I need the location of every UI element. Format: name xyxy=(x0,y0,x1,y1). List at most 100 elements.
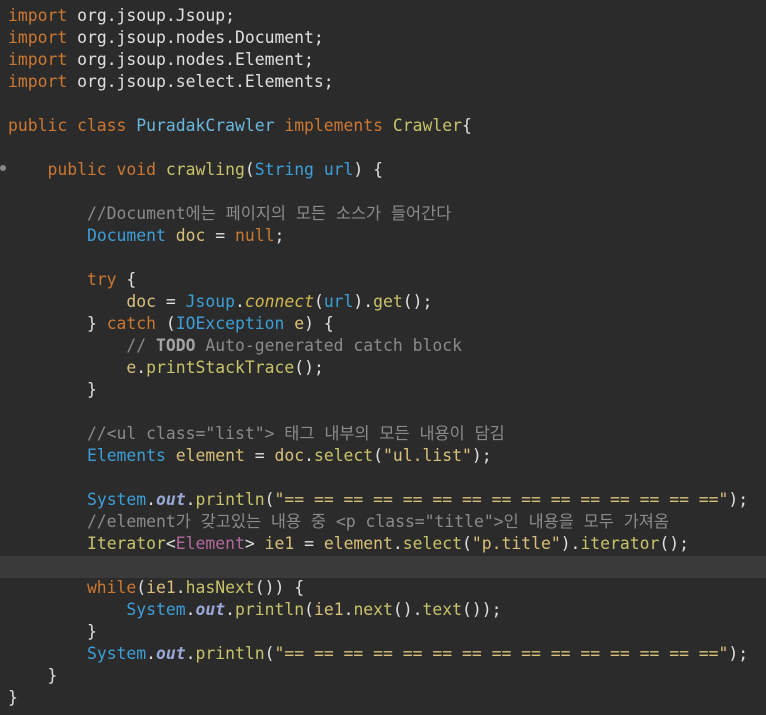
code-token: element xyxy=(175,446,245,465)
code-token: element xyxy=(323,534,393,553)
code-token: catch xyxy=(106,314,157,333)
code-token: ie1 xyxy=(146,578,176,597)
code-token: . xyxy=(185,490,196,509)
code-token: Document xyxy=(86,226,166,245)
code-token: org.jsoup.nodes.Document; xyxy=(67,28,324,47)
code-token: "== == == == == == == == == == == == == … xyxy=(274,644,729,663)
code-token: ( xyxy=(313,292,324,311)
code-token: ( xyxy=(373,446,384,465)
code-token: ( xyxy=(136,578,147,597)
code-editor[interactable]: import org.jsoup.Jsoup; import org.jsoup.… xyxy=(0,0,766,715)
code-token: //Document에는 페이지의 모든 소스가 들어간다 xyxy=(8,204,452,223)
code-token: out xyxy=(156,490,186,509)
code-line[interactable]: Iterator<Element> ie1 = element.select("… xyxy=(8,533,689,555)
override-marker-icon xyxy=(0,165,6,171)
code-token: println xyxy=(195,490,265,509)
code-line[interactable]: //Document에는 페이지의 모든 소스가 들어간다 xyxy=(8,203,451,225)
code-line[interactable]: while(ie1.hasNext()) { xyxy=(8,577,304,599)
code-token: . xyxy=(392,534,403,553)
code-token: . xyxy=(136,358,147,377)
code-token: e xyxy=(294,314,305,333)
code-token: < xyxy=(165,534,176,553)
code-token: ); xyxy=(728,490,749,509)
code-line[interactable]: } xyxy=(8,665,57,687)
code-token: org.jsoup.nodes.Element; xyxy=(67,50,314,69)
code-token: . xyxy=(146,644,157,663)
code-line[interactable]: } catch (IOException e) { xyxy=(8,313,334,335)
code-token: try xyxy=(8,270,117,289)
code-line[interactable]: System.out.println("== == == == == == ==… xyxy=(8,643,748,665)
code-line[interactable]: doc = Jsoup.connect(url).get(); xyxy=(8,291,432,313)
code-token: e xyxy=(126,358,137,377)
code-token: ie1 xyxy=(264,534,295,553)
code-line[interactable]: public class PuradakCrawler implements C… xyxy=(8,115,472,137)
code-token: ); xyxy=(728,644,749,663)
code-token: . xyxy=(225,600,235,619)
code-token: ) { xyxy=(353,160,384,179)
code-token: //element가 갖고있는 내용 중 <p class="title">인 … xyxy=(8,512,669,531)
code-line[interactable]: import org.jsoup.Jsoup; xyxy=(8,5,235,27)
code-token: println xyxy=(195,644,265,663)
code-line[interactable]: try { xyxy=(8,269,136,291)
code-token: Jsoup xyxy=(185,292,235,311)
code-token: } xyxy=(8,380,97,399)
code-token: } xyxy=(8,314,107,333)
code-token: while xyxy=(8,578,137,597)
code-token: ( xyxy=(264,490,275,509)
code-token: out xyxy=(195,600,226,619)
code-token: ( xyxy=(244,160,255,179)
code-line[interactable]: System.out.println("== == == == == == ==… xyxy=(8,489,748,511)
code-line[interactable]: import org.jsoup.select.Elements; xyxy=(8,71,334,93)
code-token: public class xyxy=(8,116,137,135)
code-token: import xyxy=(8,6,68,25)
code-line[interactable]: } xyxy=(8,379,97,401)
code-token: hasNext xyxy=(185,578,255,597)
code-line[interactable]: //element가 갖고있는 내용 중 <p class="title">인 … xyxy=(8,511,669,533)
code-token: import xyxy=(8,72,68,91)
code-token: } xyxy=(8,622,97,641)
code-token: println xyxy=(235,600,305,619)
code-line[interactable]: Elements element = doc.select("ul.list")… xyxy=(8,445,492,467)
code-token: iterator xyxy=(580,534,660,553)
code-token: Crawler xyxy=(392,116,462,135)
code-token: > xyxy=(244,534,265,553)
code-line[interactable]: //<ul class="list"> 태그 내부의 모든 내용이 담김 xyxy=(8,423,505,445)
code-line[interactable]: import org.jsoup.nodes.Document; xyxy=(8,27,324,49)
code-token: printStackTrace xyxy=(146,358,295,377)
code-token: //<ul class="list"> 태그 내부의 모든 내용이 담김 xyxy=(8,424,505,443)
code-token: doc xyxy=(126,292,157,311)
current-line-highlight xyxy=(0,556,766,578)
code-token: . xyxy=(175,578,186,597)
code-token: String xyxy=(254,160,314,179)
code-token: { xyxy=(461,116,472,135)
code-token: "== == == == == == == == == == == == == … xyxy=(274,490,729,509)
code-token: ( xyxy=(304,600,314,619)
code-token: ()); xyxy=(462,600,502,619)
code-token: ( xyxy=(264,644,275,663)
code-token: import xyxy=(8,28,68,47)
code-line[interactable]: System.out.println(ie1.next().text()); xyxy=(8,599,502,621)
code-line[interactable]: } xyxy=(8,687,18,709)
code-token: = xyxy=(205,226,235,245)
code-line[interactable]: Document doc = null; xyxy=(8,225,284,247)
code-line[interactable]: e.printStackTrace(); xyxy=(8,357,323,379)
code-line[interactable]: } xyxy=(8,621,97,643)
code-token: select xyxy=(402,534,462,553)
code-line[interactable]: public void crawling(String url) { xyxy=(8,159,383,181)
code-token: . xyxy=(185,600,196,619)
code-token: . xyxy=(146,490,157,509)
code-line[interactable]: // TODO Auto-generated catch block xyxy=(8,335,462,357)
code-line[interactable]: import org.jsoup.nodes.Element; xyxy=(8,49,314,71)
code-token: (); xyxy=(659,534,689,553)
code-token: (); xyxy=(402,292,433,311)
code-token: Elements xyxy=(86,446,166,465)
code-token: IOException xyxy=(175,314,285,333)
code-token: connect xyxy=(244,292,314,311)
code-token: System xyxy=(86,490,147,509)
